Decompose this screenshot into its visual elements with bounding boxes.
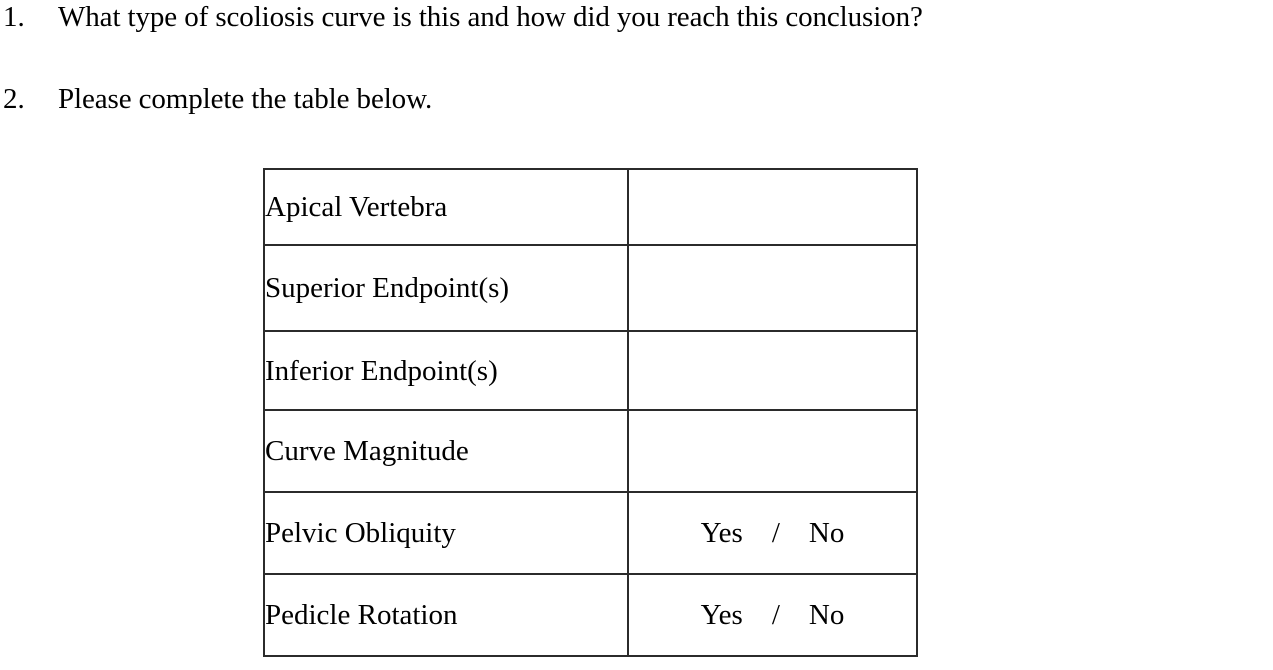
row-label-curve-magnitude: Curve Magnitude: [263, 409, 629, 493]
row-label-apical-vertebra: Apical Vertebra: [263, 168, 629, 246]
curve-measurement-table: Apical Vertebra Superior Endpoint(s) Inf…: [263, 168, 918, 657]
table-row: Pedicle Rotation Yes / No: [263, 573, 918, 657]
worksheet-page: 1. What type of scoliosis curve is this …: [0, 0, 1273, 670]
table-row: Inferior Endpoint(s): [263, 330, 918, 411]
question-1-text: What type of scoliosis curve is this and…: [58, 1, 923, 33]
row-value-pedicle-rotation[interactable]: Yes / No: [627, 573, 918, 657]
row-value-pelvic-obliquity[interactable]: Yes / No: [627, 491, 918, 575]
table-row: Curve Magnitude: [263, 409, 918, 493]
curve-measurement-table-wrap: Apical Vertebra Superior Endpoint(s) Inf…: [263, 168, 918, 657]
pedicle-rotation-yes-no-choice[interactable]: Yes / No: [701, 598, 845, 632]
row-label-pedicle-rotation: Pedicle Rotation: [263, 573, 629, 657]
table-row: Pelvic Obliquity Yes / No: [263, 491, 918, 575]
row-value-superior-endpoints[interactable]: [627, 244, 918, 332]
row-value-inferior-endpoints[interactable]: [627, 330, 918, 411]
question-1-marker: 1.: [3, 1, 25, 33]
question-2-text: Please complete the table below.: [58, 83, 433, 115]
pelvic-obliquity-yes-no-choice[interactable]: Yes / No: [701, 516, 845, 550]
row-label-pelvic-obliquity: Pelvic Obliquity: [263, 491, 629, 575]
row-value-apical-vertebra[interactable]: [627, 168, 918, 246]
table-row: Apical Vertebra: [263, 168, 918, 246]
row-value-curve-magnitude[interactable]: [627, 409, 918, 493]
table-row: Superior Endpoint(s): [263, 244, 918, 332]
question-2-marker: 2.: [3, 83, 25, 115]
row-label-superior-endpoints: Superior Endpoint(s): [263, 244, 629, 332]
row-label-inferior-endpoints: Inferior Endpoint(s): [263, 330, 629, 411]
